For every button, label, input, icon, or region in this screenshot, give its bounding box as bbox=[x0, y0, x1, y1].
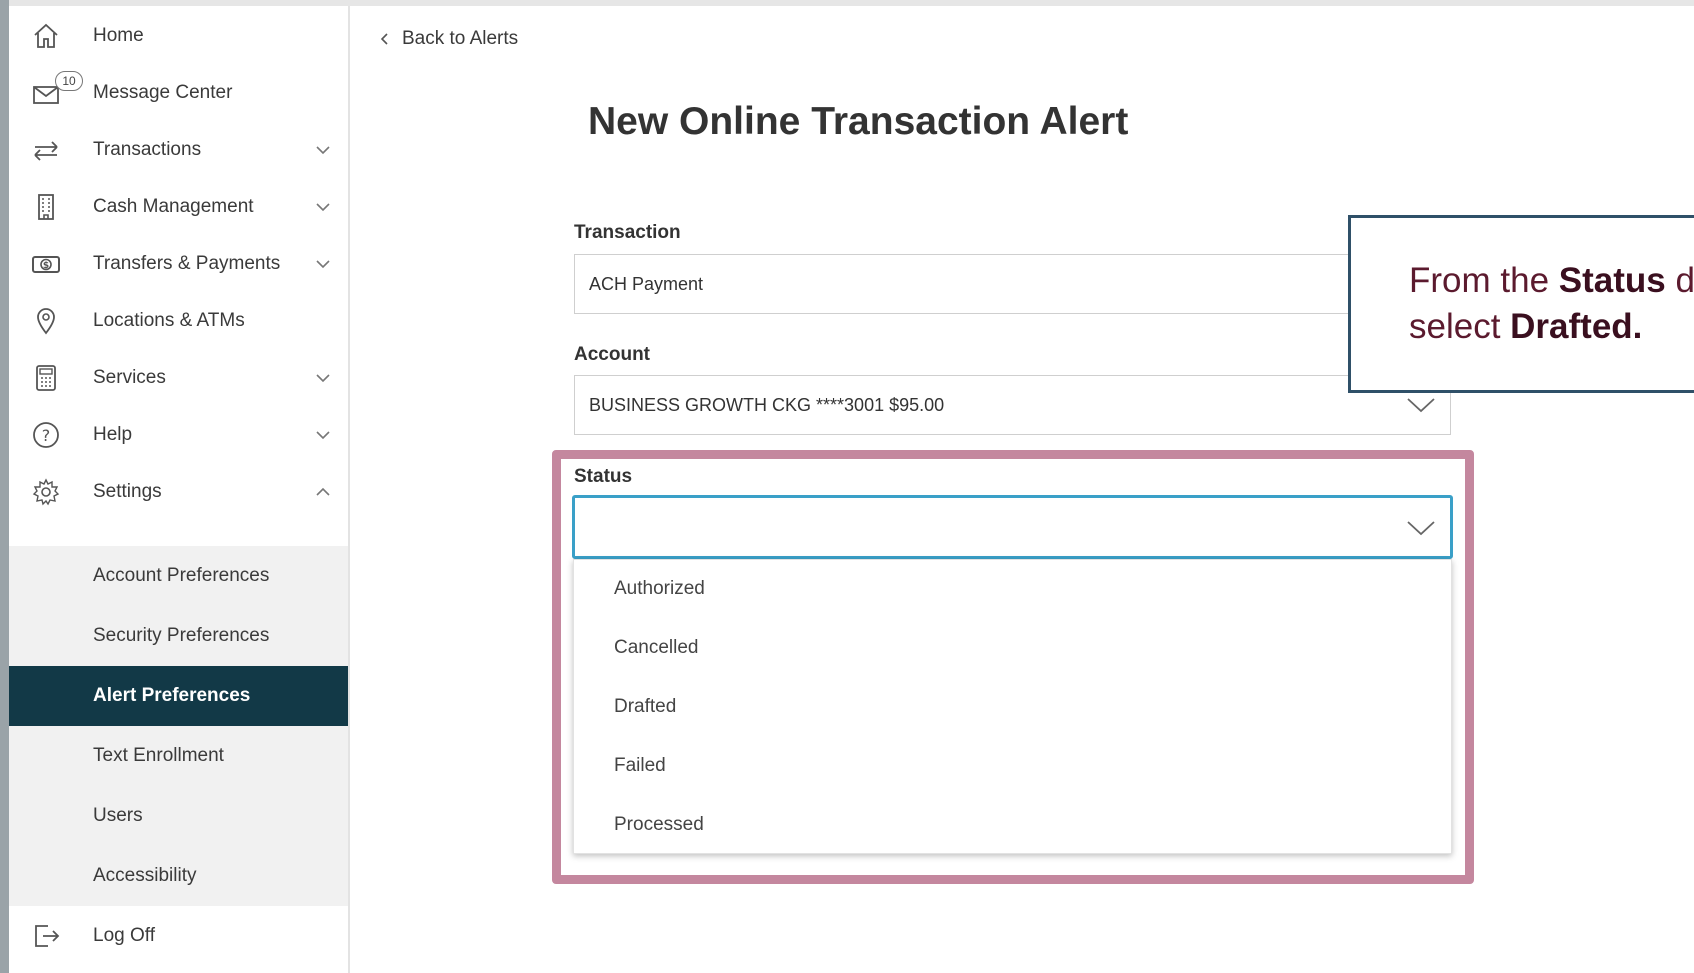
sidebar-item-home[interactable]: Home bbox=[9, 6, 348, 66]
chevron-down-icon bbox=[1407, 521, 1435, 536]
sidebar-item-label: Log Off bbox=[93, 925, 155, 946]
calculator-icon bbox=[29, 361, 63, 395]
sidebar-subitem-users[interactable]: Users bbox=[9, 786, 348, 846]
account-select[interactable]: BUSINESS GROWTH CKG ****3001 $95.00 bbox=[574, 375, 1451, 435]
svg-text:?: ? bbox=[42, 426, 51, 445]
sidebar-item-label: Cash Management bbox=[93, 196, 254, 217]
page-title: New Online Transaction Alert bbox=[588, 100, 1129, 143]
transaction-label: Transaction bbox=[574, 222, 681, 243]
sidebar-item-label: Home bbox=[93, 25, 144, 46]
callout-line1-prefix: From the bbox=[1409, 261, 1559, 300]
svg-text:$: $ bbox=[43, 261, 49, 271]
sidebar-item-transactions[interactable]: Transactions bbox=[9, 120, 348, 180]
transaction-value: ACH Payment bbox=[589, 273, 704, 294]
help-icon: ? bbox=[29, 418, 63, 452]
sidebar: Home 10 Message Center Transactions Cash… bbox=[9, 6, 350, 973]
status-option-failed[interactable]: Failed bbox=[614, 755, 666, 777]
instruction-callout: From the Status d select Drafted. bbox=[1348, 215, 1694, 393]
account-label: Account bbox=[574, 344, 650, 365]
sidebar-subitem-text-enrollment[interactable]: Text Enrollment bbox=[9, 726, 348, 786]
chevron-left-icon bbox=[380, 33, 388, 45]
sidebar-item-locations-atms[interactable]: Locations & ATMs bbox=[9, 291, 348, 351]
transfer-arrows-icon bbox=[29, 133, 63, 167]
chevron-down-icon bbox=[316, 146, 330, 155]
callout-line2-bold: Drafted. bbox=[1510, 307, 1643, 346]
back-to-alerts-link[interactable]: Back to Alerts bbox=[378, 28, 518, 50]
sidebar-item-settings[interactable]: Settings bbox=[9, 462, 348, 522]
sidebar-item-label: Users bbox=[93, 805, 143, 826]
status-value bbox=[575, 498, 589, 515]
chevron-down-icon bbox=[316, 431, 330, 440]
gear-icon bbox=[29, 475, 63, 509]
sidebar-subitem-security-preferences[interactable]: Security Preferences bbox=[9, 606, 348, 666]
status-option-authorized[interactable]: Authorized bbox=[614, 578, 705, 600]
status-option-drafted[interactable]: Drafted bbox=[614, 696, 676, 718]
status-option-cancelled[interactable]: Cancelled bbox=[614, 637, 699, 659]
sidebar-item-message-center[interactable]: 10 Message Center bbox=[9, 63, 348, 123]
back-link-label: Back to Alerts bbox=[402, 28, 519, 49]
sidebar-item-cash-management[interactable]: Cash Management bbox=[9, 177, 348, 237]
message-count-badge: 10 bbox=[55, 71, 83, 91]
location-pin-icon bbox=[29, 304, 63, 338]
sidebar-item-label: Locations & ATMs bbox=[93, 310, 245, 331]
chevron-down-icon bbox=[1407, 398, 1435, 413]
callout-line1-suffix: d bbox=[1665, 261, 1694, 300]
sidebar-item-label: Transactions bbox=[93, 139, 202, 160]
chevron-down-icon bbox=[316, 203, 330, 212]
sidebar-item-help[interactable]: ? Help bbox=[9, 405, 348, 465]
transaction-field[interactable]: ACH Payment bbox=[574, 254, 1451, 314]
sidebar-item-label: Text Enrollment bbox=[93, 745, 224, 766]
sidebar-item-label: Alert Preferences bbox=[93, 685, 251, 706]
status-label: Status bbox=[574, 466, 633, 487]
sidebar-item-label: Account Preferences bbox=[93, 565, 270, 586]
sidebar-item-label: Accessibility bbox=[93, 865, 197, 886]
sidebar-item-label: Services bbox=[93, 367, 166, 388]
left-edge bbox=[0, 0, 9, 973]
sidebar-item-label: Help bbox=[93, 424, 133, 445]
status-dropdown-menu: Authorized Cancelled Drafted Failed Proc… bbox=[573, 559, 1452, 854]
sidebar-item-log-off[interactable]: Log Off bbox=[9, 906, 348, 966]
status-option-processed[interactable]: Processed bbox=[614, 814, 704, 836]
status-select[interactable] bbox=[572, 495, 1453, 559]
callout-text: From the Status d select Drafted. bbox=[1409, 258, 1694, 350]
sidebar-subitem-alert-preferences[interactable]: Alert Preferences bbox=[9, 666, 348, 726]
callout-line2-prefix: select bbox=[1409, 307, 1511, 346]
sidebar-subitem-accessibility[interactable]: Accessibility bbox=[9, 846, 348, 906]
sidebar-item-label: Transfers & Payments bbox=[93, 253, 281, 274]
chevron-down-icon bbox=[316, 260, 330, 269]
logout-icon bbox=[29, 919, 63, 953]
callout-line1-bold: Status bbox=[1558, 261, 1666, 300]
home-icon bbox=[29, 19, 63, 53]
sidebar-item-services[interactable]: Services bbox=[9, 348, 348, 408]
sidebar-subitem-account-preferences[interactable]: Account Preferences bbox=[9, 546, 348, 606]
sidebar-item-label: Security Preferences bbox=[93, 625, 270, 646]
sidebar-item-label: Settings bbox=[93, 481, 162, 502]
chevron-up-icon bbox=[316, 487, 330, 496]
sidebar-item-label: Message Center bbox=[93, 82, 233, 103]
building-icon bbox=[29, 190, 63, 224]
account-value: BUSINESS GROWTH CKG ****3001 $95.00 bbox=[589, 394, 945, 415]
chevron-down-icon bbox=[316, 374, 330, 383]
dollar-bill-icon: $ bbox=[29, 247, 63, 281]
sidebar-item-transfers-payments[interactable]: $ Transfers & Payments bbox=[9, 234, 348, 294]
